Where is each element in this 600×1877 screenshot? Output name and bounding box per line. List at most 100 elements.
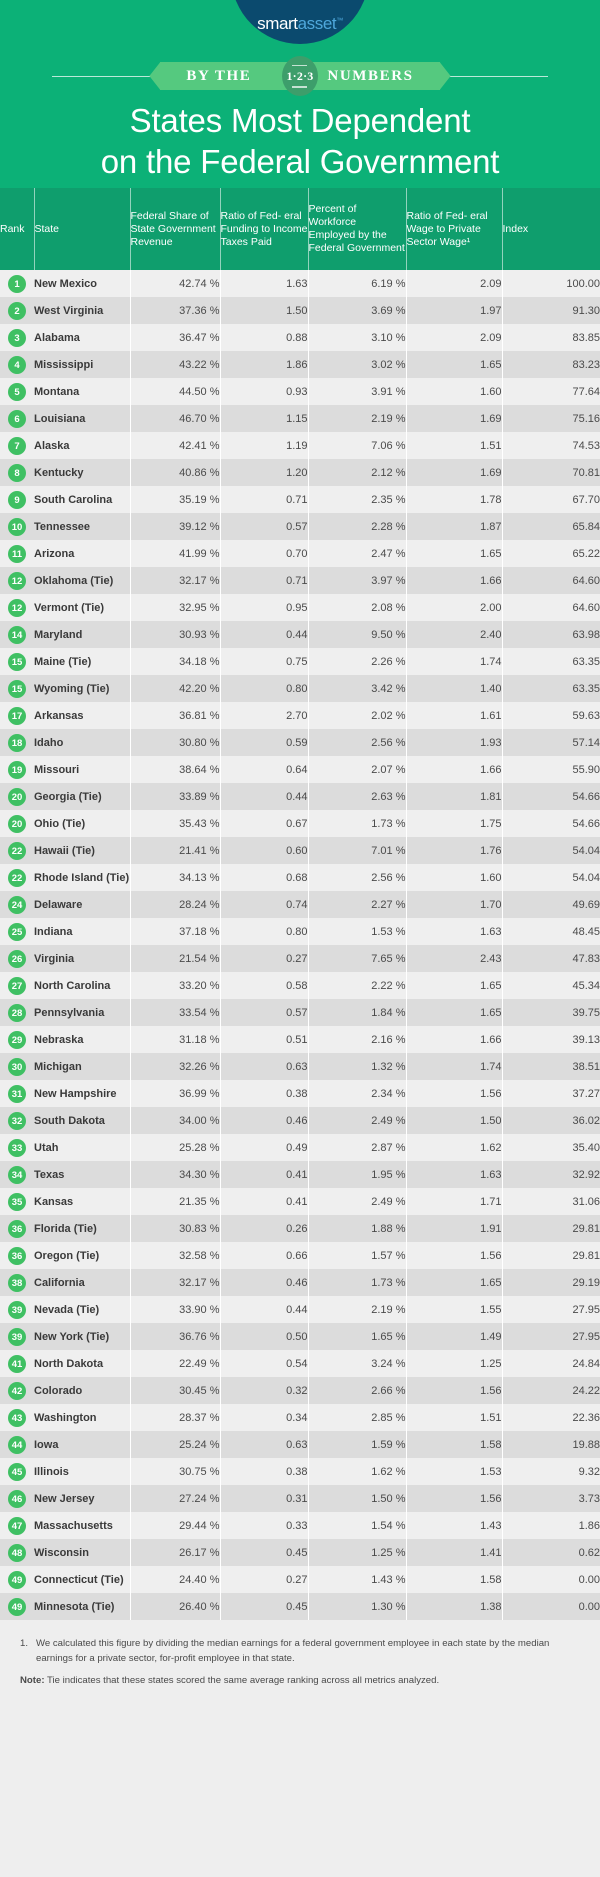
rank-badge: 36 xyxy=(8,1247,26,1266)
cell-workforce-percent: 1.88 % xyxy=(308,1215,407,1242)
cell-funding-ratio: 0.32 xyxy=(220,1377,309,1404)
table-row: 42 Colorado 30.45 % 0.32 2.66 % 1.56 24.22 xyxy=(0,1377,600,1404)
table-body: 1 New Mexico 42.74 % 1.63 6.19 % 2.09 100.00 2 W… xyxy=(0,270,600,1620)
ribbon-right-label: NUMBERS xyxy=(327,67,414,84)
cell-workforce-percent: 3.24 % xyxy=(308,1350,407,1377)
table-row: 6 Louisiana 46.70 % 1.15 2.19 % 1.69 75.16 xyxy=(0,405,600,432)
cell-index: 29.19 xyxy=(502,1269,600,1296)
table-row: 29 Nebraska 31.18 % 0.51 2.16 % 1.66 39.13 xyxy=(0,1026,600,1053)
cell-state: Pennsylvania xyxy=(34,999,131,1026)
cell-workforce-percent: 2.26 % xyxy=(308,648,407,675)
cell-wage-ratio: 2.40 xyxy=(406,621,503,648)
cell-wage-ratio: 1.69 xyxy=(406,405,503,432)
cell-funding-ratio: 0.26 xyxy=(220,1215,309,1242)
cell-funding-ratio: 1.19 xyxy=(220,432,309,459)
cell-index: 29.81 xyxy=(502,1242,600,1269)
cell-index: 0.00 xyxy=(502,1566,600,1593)
cell-rank: 46 xyxy=(0,1485,34,1512)
rank-badge: 11 xyxy=(8,545,26,564)
cell-federal-share: 24.40 % xyxy=(130,1566,221,1593)
cell-index: 100.00 xyxy=(502,270,600,297)
cell-federal-share: 42.41 % xyxy=(130,432,221,459)
cell-wage-ratio: 1.60 xyxy=(406,378,503,405)
cell-wage-ratio: 1.76 xyxy=(406,837,503,864)
rank-badge: 19 xyxy=(8,761,26,780)
table-row: 19 Missouri 38.64 % 0.64 2.07 % 1.66 55.90 xyxy=(0,756,600,783)
cell-rank: 14 xyxy=(0,621,34,648)
logo-trademark-symbol: ™ xyxy=(336,17,343,25)
cell-index: 27.95 xyxy=(502,1296,600,1323)
cell-workforce-percent: 2.56 % xyxy=(308,864,407,891)
cell-workforce-percent: 7.65 % xyxy=(308,945,407,972)
cell-rank: 36 xyxy=(0,1215,34,1242)
cell-workforce-percent: 3.91 % xyxy=(308,378,407,405)
cell-workforce-percent: 3.42 % xyxy=(308,675,407,702)
cell-rank: 9 xyxy=(0,486,34,513)
cell-federal-share: 35.19 % xyxy=(130,486,221,513)
cell-index: 63.98 xyxy=(502,621,600,648)
cell-index: 75.16 xyxy=(502,405,600,432)
table-row: 22 Hawaii (Tie) 21.41 % 0.60 7.01 % 1.76 54.04 xyxy=(0,837,600,864)
cell-wage-ratio: 1.65 xyxy=(406,999,503,1026)
cell-workforce-percent: 2.49 % xyxy=(308,1107,407,1134)
rank-badge: 46 xyxy=(8,1490,26,1509)
cell-workforce-percent: 3.10 % xyxy=(308,324,407,351)
rank-badge: 27 xyxy=(8,977,26,996)
cell-federal-share: 30.80 % xyxy=(130,729,221,756)
table-row: 26 Virginia 21.54 % 0.27 7.65 % 2.43 47.83 xyxy=(0,945,600,972)
cell-federal-share: 26.40 % xyxy=(130,1593,221,1620)
cell-workforce-percent: 7.01 % xyxy=(308,837,407,864)
cell-federal-share: 46.70 % xyxy=(130,405,221,432)
cell-workforce-percent: 1.84 % xyxy=(308,999,407,1026)
table-row: 36 Florida (Tie) 30.83 % 0.26 1.88 % 1.91 29.8… xyxy=(0,1215,600,1242)
cell-workforce-percent: 2.28 % xyxy=(308,513,407,540)
cell-federal-share: 34.00 % xyxy=(130,1107,221,1134)
table-row: 22 Rhode Island (Tie) 34.13 % 0.68 2.56 % 1.6… xyxy=(0,864,600,891)
rank-badge: 15 xyxy=(8,653,26,672)
cell-funding-ratio: 1.50 xyxy=(220,297,309,324)
cell-funding-ratio: 0.63 xyxy=(220,1431,309,1458)
cell-wage-ratio: 1.63 xyxy=(406,918,503,945)
cell-federal-share: 32.17 % xyxy=(130,567,221,594)
table-row: 7 Alaska 42.41 % 1.19 7.06 % 1.51 74.53 xyxy=(0,432,600,459)
cell-wage-ratio: 1.25 xyxy=(406,1350,503,1377)
cell-index: 24.22 xyxy=(502,1377,600,1404)
cell-state: California xyxy=(34,1269,131,1296)
cell-federal-share: 36.47 % xyxy=(130,324,221,351)
cell-wage-ratio: 1.40 xyxy=(406,675,503,702)
cell-rank: 25 xyxy=(0,918,34,945)
cell-funding-ratio: 1.15 xyxy=(220,405,309,432)
cell-wage-ratio: 1.43 xyxy=(406,1512,503,1539)
cell-wage-ratio: 1.49 xyxy=(406,1323,503,1350)
table-row: 8 Kentucky 40.86 % 1.20 2.12 % 1.69 70.81 xyxy=(0,459,600,486)
table-row: 11 Arizona 41.99 % 0.70 2.47 % 1.65 65.22 xyxy=(0,540,600,567)
table-row: 35 Kansas 21.35 % 0.41 2.49 % 1.71 31.06 xyxy=(0,1188,600,1215)
table-row: 1 New Mexico 42.74 % 1.63 6.19 % 2.09 100.00 xyxy=(0,270,600,297)
cell-workforce-percent: 1.62 % xyxy=(308,1458,407,1485)
rank-badge: 14 xyxy=(8,626,26,645)
smartasset-logo[interactable]: smartasset™ xyxy=(231,0,369,44)
cell-index: 37.27 xyxy=(502,1080,600,1107)
cell-wage-ratio: 1.56 xyxy=(406,1242,503,1269)
cell-index: 83.23 xyxy=(502,351,600,378)
cell-state: Kansas xyxy=(34,1188,131,1215)
rank-badge: 44 xyxy=(8,1436,26,1455)
cell-federal-share: 25.24 % xyxy=(130,1431,221,1458)
cell-index: 35.40 xyxy=(502,1134,600,1161)
rank-badge: 47 xyxy=(8,1517,26,1536)
rank-badge: 1 xyxy=(8,275,26,294)
cell-wage-ratio: 2.00 xyxy=(406,594,503,621)
rank-badge: 49 xyxy=(8,1598,26,1617)
cell-state: Kentucky xyxy=(34,459,131,486)
cell-rank: 49 xyxy=(0,1593,34,1620)
cell-index: 38.51 xyxy=(502,1053,600,1080)
table-row: 2 West Virginia 37.36 % 1.50 3.69 % 1.97 91.30 xyxy=(0,297,600,324)
cell-federal-share: 36.76 % xyxy=(130,1323,221,1350)
cell-wage-ratio: 1.65 xyxy=(406,351,503,378)
cell-funding-ratio: 0.41 xyxy=(220,1161,309,1188)
cell-funding-ratio: 0.74 xyxy=(220,891,309,918)
cell-rank: 47 xyxy=(0,1512,34,1539)
cell-state: Iowa xyxy=(34,1431,131,1458)
cell-wage-ratio: 1.65 xyxy=(406,540,503,567)
cell-workforce-percent: 9.50 % xyxy=(308,621,407,648)
